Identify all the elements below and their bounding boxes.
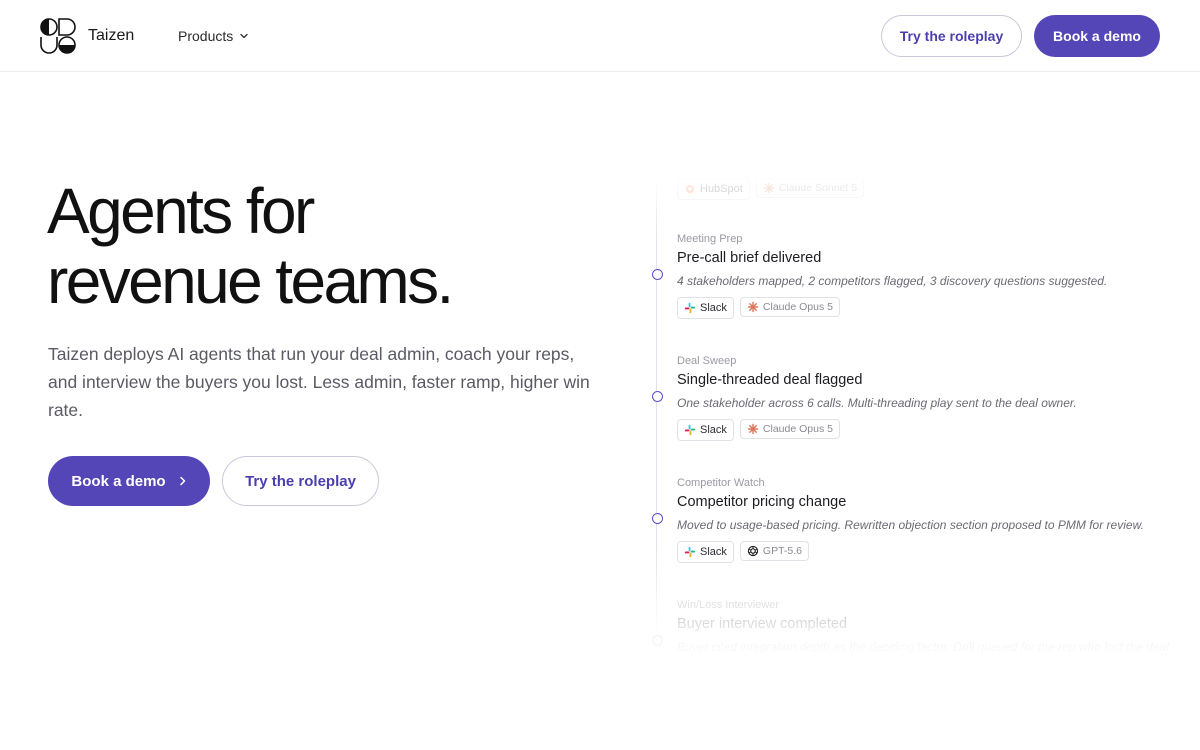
timeline-dot xyxy=(652,269,663,280)
claude-icon xyxy=(747,423,759,435)
event-agent: Competitor Watch xyxy=(677,477,765,489)
products-menu-label: Products xyxy=(178,28,234,44)
tag-label: Claude Opus 5 xyxy=(762,301,833,313)
event-description: One stakeholder across 6 calls. Multi-th… xyxy=(677,396,1077,410)
hubspot-icon xyxy=(685,184,695,194)
channel-tag: Slack xyxy=(677,419,734,441)
timeline-line xyxy=(656,172,657,652)
tag-label: Slack xyxy=(700,302,727,314)
openai-icon xyxy=(747,545,759,557)
event-tags: Slack Claude Opus 5 xyxy=(677,419,1177,441)
tag-label: Claude Opus 5 xyxy=(762,423,833,435)
chevron-down-icon xyxy=(240,33,248,39)
event-title: Buyer interview completed xyxy=(677,616,848,632)
event-description: 4 stakeholders mapped, 2 competitors fla… xyxy=(677,274,1108,288)
feed-event: Meeting Prep Pre-call brief delivered 4 … xyxy=(652,232,1177,319)
feed-event: Deal Sweep Single-threaded deal flagged … xyxy=(652,354,1177,441)
event-title: Single-threaded deal flagged xyxy=(677,372,863,388)
model-tag: Claude Sonnet 5 xyxy=(755,178,865,198)
model-tag: GPT-5.6 xyxy=(739,541,810,561)
hero-book-demo-button[interactable]: Book a demo xyxy=(48,456,210,506)
hero-title-line-1: Agents for xyxy=(47,175,315,247)
event-description: Moved to usage-based pricing. Rewritten … xyxy=(677,518,1144,532)
event-tags: Slack Claude Opus 5 xyxy=(677,297,1177,319)
hero-try-roleplay-button[interactable]: Try the roleplay xyxy=(222,456,379,506)
channel-tag: Slack xyxy=(677,541,734,563)
hero-title: Agents for revenue teams. xyxy=(47,176,607,316)
tag-label: Slack xyxy=(700,546,727,558)
tag-label: HubSpot xyxy=(700,183,743,195)
feed-event: Competitor Watch Competitor pricing chan… xyxy=(652,476,1177,563)
timeline-dot xyxy=(652,513,663,524)
claude-icon xyxy=(747,301,759,313)
model-tag: Claude Opus 5 xyxy=(739,297,840,317)
previous-event-tags: HubSpot Claude Sonnet 5 xyxy=(677,178,865,200)
taizen-logo-icon[interactable] xyxy=(40,18,76,54)
agent-activity-feed: HubSpot Claude Sonnet 5 Meeting Prep Pre… xyxy=(640,172,1180,662)
timeline-dot xyxy=(652,391,663,402)
channel-tag: Slack xyxy=(677,297,734,319)
claude-icon xyxy=(763,182,775,194)
event-agent: Deal Sweep xyxy=(677,355,737,367)
slack-icon xyxy=(684,546,696,558)
book-demo-button[interactable]: Book a demo xyxy=(1034,15,1160,57)
tag-label: Slack xyxy=(700,424,727,436)
model-tag: Claude Opus 5 xyxy=(739,419,840,439)
event-description: Buyer cited integration depth as the dec… xyxy=(677,640,1173,654)
event-tags: Slack GPT-5.6 xyxy=(677,541,1177,563)
hero-title-line-2: revenue teams. xyxy=(47,245,454,317)
chevron-right-icon xyxy=(179,476,185,486)
products-menu[interactable]: Products xyxy=(178,26,249,46)
integration-tag: HubSpot xyxy=(677,178,750,200)
brand-name[interactable]: Taizen xyxy=(88,26,134,46)
event-agent: Meeting Prep xyxy=(677,233,743,245)
hero-subtitle: Taizen deploys AI agents that run your d… xyxy=(48,344,590,420)
slack-icon xyxy=(684,424,696,436)
tag-label: GPT-5.6 xyxy=(762,545,803,557)
top-navigation: Taizen Products Try the roleplay Book a … xyxy=(0,0,1200,72)
event-title: Competitor pricing change xyxy=(677,494,847,510)
slack-icon xyxy=(684,302,696,314)
event-title: Pre-call brief delivered xyxy=(677,250,822,266)
tag-label: Claude Sonnet 5 xyxy=(778,182,858,194)
try-roleplay-button[interactable]: Try the roleplay xyxy=(881,15,1022,57)
hero-book-demo-label: Book a demo xyxy=(71,472,166,490)
feed-event: Win/Loss Interviewer Buyer interview com… xyxy=(652,598,1177,655)
event-agent: Win/Loss Interviewer xyxy=(677,599,780,611)
timeline-dot xyxy=(652,635,663,646)
